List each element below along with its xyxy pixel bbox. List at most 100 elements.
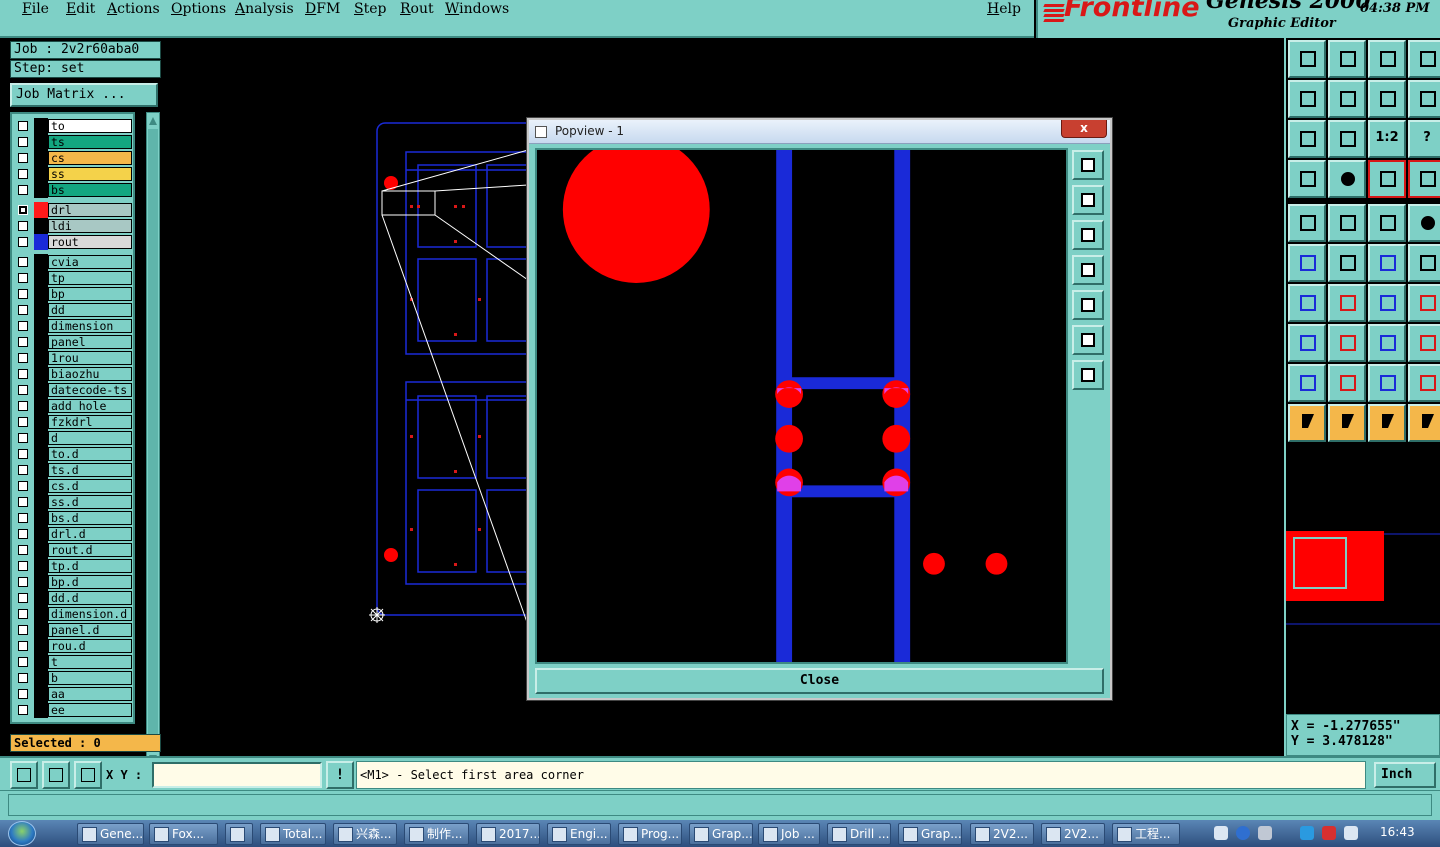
layer-color-swatch[interactable] xyxy=(34,670,48,686)
zoom-fit-button[interactable] xyxy=(1328,40,1366,78)
layer-name[interactable]: bs.d xyxy=(48,511,132,525)
scale-1-2-button[interactable]: 1:2 xyxy=(1368,120,1406,158)
layer-name[interactable]: ss.d xyxy=(48,495,132,509)
layer-row[interactable]: tp xyxy=(12,270,133,286)
layer-row[interactable]: aa xyxy=(12,686,133,702)
layer-row[interactable]: cs.d xyxy=(12,478,133,494)
layer-row[interactable]: drl xyxy=(12,202,133,218)
layer-row[interactable]: bp xyxy=(12,286,133,302)
job-matrix-button[interactable]: Job Matrix ... xyxy=(10,83,158,107)
layer-color-swatch[interactable] xyxy=(34,202,48,218)
pan-right-button[interactable] xyxy=(1328,80,1366,118)
layer-color-swatch[interactable] xyxy=(34,318,48,334)
layer-name[interactable]: cs xyxy=(48,151,132,165)
menu-file[interactable]: File xyxy=(22,1,49,17)
layer-color-swatch[interactable] xyxy=(34,622,48,638)
taskbar-item[interactable]: 工程... xyxy=(1112,823,1180,845)
layer-name[interactable]: panel.d xyxy=(48,623,132,637)
house-button[interactable] xyxy=(1368,40,1406,78)
layer-row[interactable]: fzkdrl xyxy=(12,414,133,430)
layer-name[interactable]: biaozhu xyxy=(48,367,132,381)
layer-checkbox[interactable] xyxy=(18,273,28,283)
layer-checkbox[interactable] xyxy=(18,121,28,131)
snap-point-button[interactable] xyxy=(1288,204,1326,242)
fit-all-button[interactable] xyxy=(1288,120,1326,158)
ruler-button[interactable] xyxy=(1368,204,1406,242)
resize-button[interactable] xyxy=(1368,324,1406,362)
menu-rout[interactable]: Rout xyxy=(400,1,434,17)
layer-checkbox[interactable] xyxy=(18,449,28,459)
layer-checkbox[interactable] xyxy=(18,353,28,363)
layer-color-swatch[interactable] xyxy=(34,150,48,166)
layer-name[interactable]: bp xyxy=(48,287,132,301)
settings-button[interactable] xyxy=(1288,160,1326,198)
layer-name[interactable]: ts.d xyxy=(48,463,132,477)
layer-color-swatch[interactable] xyxy=(34,382,48,398)
layer-color-swatch[interactable] xyxy=(34,134,48,150)
layer-color-swatch[interactable] xyxy=(34,182,48,198)
layer-checkbox[interactable] xyxy=(18,221,28,231)
grid-icon[interactable] xyxy=(74,761,102,789)
layer-color-swatch[interactable] xyxy=(34,414,48,430)
layer-checkbox[interactable] xyxy=(18,689,28,699)
layer-checkbox[interactable] xyxy=(18,625,28,635)
popview-zoom-window-button[interactable] xyxy=(1072,150,1104,180)
layer-name[interactable]: panel xyxy=(48,335,132,349)
undo-arc-button[interactable] xyxy=(1368,284,1406,322)
layer-color-swatch[interactable] xyxy=(34,590,48,606)
netlist-button[interactable] xyxy=(1288,244,1326,282)
layer-color-swatch[interactable] xyxy=(34,702,48,718)
layer-color-swatch[interactable] xyxy=(34,638,48,654)
layer-name[interactable]: cs.d xyxy=(48,479,132,493)
popview-zoom-in-button[interactable] xyxy=(1072,360,1104,390)
layer-checkbox[interactable] xyxy=(18,385,28,395)
layer-name[interactable]: rou.d xyxy=(48,639,132,653)
taskbar-item[interactable]: 2017... xyxy=(476,823,540,845)
layer-color-swatch[interactable] xyxy=(34,494,48,510)
layer-name[interactable]: to.d xyxy=(48,447,132,461)
layer-name[interactable]: b xyxy=(48,671,132,685)
select-connect-button[interactable] xyxy=(1408,404,1440,442)
layer-color-swatch[interactable] xyxy=(34,510,48,526)
menu-edit[interactable]: Edit xyxy=(66,1,95,17)
layer-checkbox[interactable] xyxy=(18,577,28,587)
layer-checkbox[interactable] xyxy=(18,465,28,475)
layer-color-swatch[interactable] xyxy=(34,270,48,286)
xy-input[interactable] xyxy=(152,762,322,788)
layer-name[interactable]: bs xyxy=(48,183,132,197)
mirror-button[interactable] xyxy=(1368,80,1406,118)
flag-icon[interactable] xyxy=(1322,826,1336,840)
popview-canvas[interactable] xyxy=(535,148,1068,664)
taskbar-item[interactable] xyxy=(225,823,253,845)
layer-color-swatch[interactable] xyxy=(34,446,48,462)
layer-row[interactable]: cvia xyxy=(12,254,133,270)
layer-checkbox[interactable] xyxy=(18,513,28,523)
layer-name[interactable]: dimension.d xyxy=(48,607,132,621)
layer-row[interactable]: rout xyxy=(12,234,133,250)
layer-row[interactable]: bs xyxy=(12,182,133,198)
layer-color-swatch[interactable] xyxy=(34,166,48,182)
taskbar-item[interactable]: 2V2... xyxy=(1041,823,1105,845)
layer-checkbox[interactable] xyxy=(18,417,28,427)
layer-color-swatch[interactable] xyxy=(34,234,48,250)
layer-color-swatch[interactable] xyxy=(34,302,48,318)
layer-row[interactable]: tp.d xyxy=(12,558,133,574)
select-pointer-button[interactable] xyxy=(1288,404,1326,442)
layer-row[interactable]: ss.d xyxy=(12,494,133,510)
layer-checkbox[interactable] xyxy=(18,641,28,651)
select-move-button[interactable] xyxy=(1328,404,1366,442)
pad-button[interactable] xyxy=(1408,204,1440,242)
layer-checkbox[interactable] xyxy=(18,561,28,571)
menu-step[interactable]: Step xyxy=(354,1,386,17)
layer-name[interactable]: rout.d xyxy=(48,543,132,557)
layer-color-swatch[interactable] xyxy=(34,218,48,234)
layer-checkbox[interactable] xyxy=(18,369,28,379)
query-button[interactable]: ? xyxy=(1408,120,1440,158)
select-box-button[interactable] xyxy=(1328,204,1366,242)
probe-button[interactable] xyxy=(1328,160,1366,198)
layer-row[interactable]: to xyxy=(12,118,133,134)
taskbar-item[interactable]: 制作... xyxy=(404,823,469,845)
close-icon[interactable]: x xyxy=(1061,120,1107,138)
layer-name[interactable]: d xyxy=(48,431,132,445)
measure-icon[interactable] xyxy=(42,761,70,789)
